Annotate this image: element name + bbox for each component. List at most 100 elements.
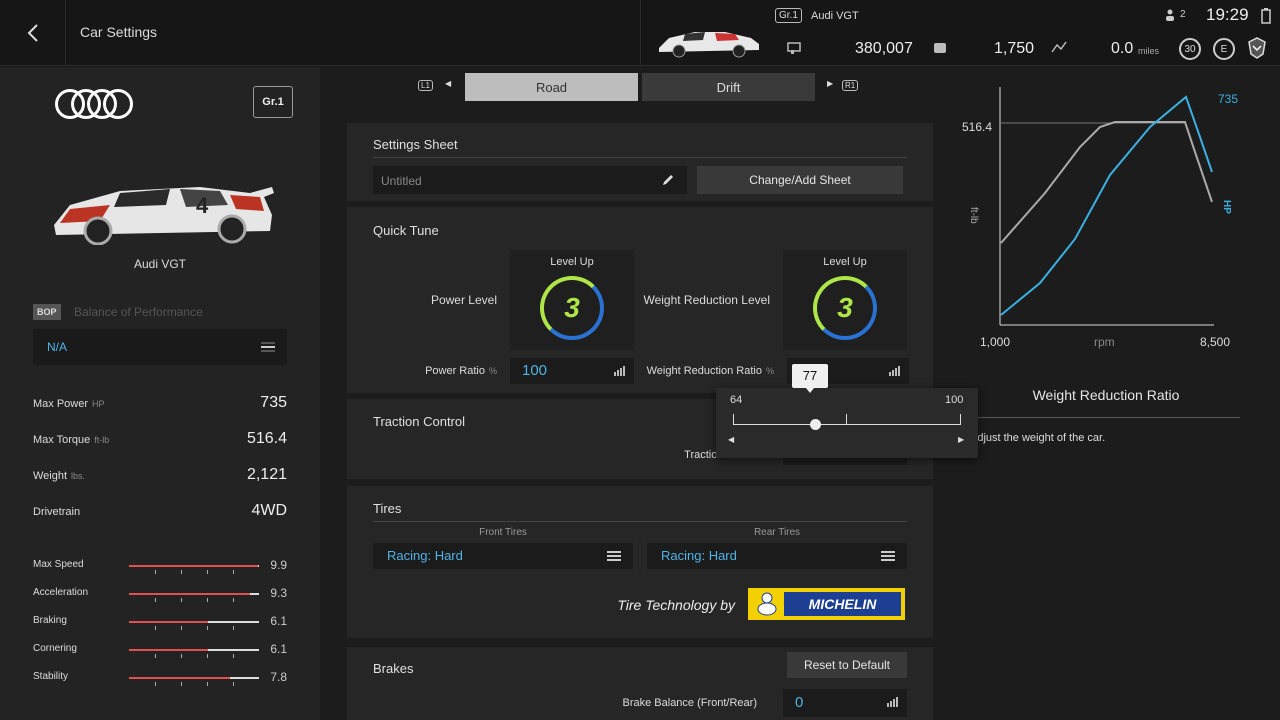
reset-default-button[interactable]: Reset to Default: [787, 652, 907, 678]
spec-value: 516.4: [246, 430, 287, 447]
bars-icon: [887, 697, 898, 707]
weight-level-control[interactable]: Level Up 3: [783, 250, 907, 350]
car-thumbnail: [659, 32, 759, 58]
tab-road[interactable]: Road: [465, 73, 638, 101]
brake-balance-field[interactable]: 0: [783, 689, 907, 717]
battery-icon: [1261, 8, 1271, 24]
weight-ratio-slider-popup[interactable]: 77 64 100 ◀ ▶: [716, 364, 978, 458]
section-title: Quick Tune: [373, 223, 439, 238]
car-name: Audi VGT: [133, 257, 187, 271]
performance-tick: [233, 598, 234, 602]
front-tires-value: Racing: Hard: [387, 548, 463, 563]
slider-value-bubble: 77: [792, 364, 828, 393]
rear-tires-select[interactable]: Racing: Hard: [647, 543, 907, 569]
spec-label: Weight: [33, 470, 68, 482]
help-title: Weight Reduction Ratio: [1032, 387, 1180, 403]
spec-label: Max Power: [33, 398, 89, 410]
performance-row: Max Speed 9.9: [33, 558, 287, 574]
front-tires-select[interactable]: Racing: Hard: [373, 543, 633, 569]
section-title: Traction Control: [373, 414, 465, 429]
slider-increase-arrow[interactable]: ▶: [958, 435, 964, 444]
performance-label: Acceleration: [33, 587, 89, 598]
section-title: Tires: [373, 501, 402, 516]
menu-icon: [261, 342, 275, 352]
power-torque-graph: [999, 87, 1214, 326]
slider-track[interactable]: [733, 424, 961, 425]
sheet-name-field[interactable]: Untitled: [373, 166, 687, 194]
power-level-dial: 3: [540, 276, 604, 340]
bop-label: Balance of Performance: [74, 305, 203, 319]
weight-level-value: 3: [837, 292, 853, 323]
spec-value: 735: [260, 394, 287, 411]
performance-tick: [207, 682, 208, 686]
tire-tech-label: Tire Technology by: [617, 597, 735, 613]
spec-drivetrain: Drivetrain 4WD: [33, 502, 287, 522]
weight-ratio-unit: %: [765, 366, 774, 376]
performance-row: Acceleration 9.3: [33, 586, 287, 602]
performance-bar: [129, 565, 259, 574]
bars-icon: [614, 366, 625, 376]
spec-label: Max Torque: [33, 434, 91, 446]
performance-tick: [155, 626, 156, 630]
spec-max-power: Max Power HP 735: [33, 394, 287, 414]
car-info-strip: Gr.1 Audi VGT 380,007 1,750 0.0 miles 30…: [640, 0, 1280, 66]
performance-tick: [155, 570, 156, 574]
notification-count: 2: [1180, 9, 1186, 20]
slider-min-label: 64: [730, 394, 743, 406]
section-title: Brakes: [373, 661, 414, 676]
power-level-label: Power Level: [430, 293, 497, 307]
performance-value: 7.8: [270, 670, 287, 684]
torque-max-label: 516.4: [962, 120, 993, 134]
slider-thumb[interactable]: [810, 419, 822, 430]
car-image: 4: [54, 187, 274, 245]
bop-select[interactable]: N/A: [33, 329, 287, 365]
back-button[interactable]: [0, 0, 66, 66]
mileage-value: 1,750: [994, 40, 1035, 57]
manufacturer-icon[interactable]: E: [1213, 38, 1235, 60]
rear-tires-label: Rear Tires: [753, 527, 801, 538]
torque-axis-unit: ft-lb: [968, 207, 979, 224]
performance-tick: [207, 654, 208, 658]
front-tires-label: Front Tires: [479, 527, 527, 538]
performance-tick: [181, 654, 182, 658]
rpm-min-label: 1,000: [980, 335, 1011, 349]
performance-tick: [233, 570, 234, 574]
performance-label: Stability: [33, 671, 69, 682]
top-bar: Car Settings Gr.1 Audi VGT 380,007 1,750…: [0, 0, 1280, 66]
performance-value: 6.1: [270, 614, 287, 628]
edit-icon: [663, 175, 673, 185]
power-level-value: 3: [564, 292, 580, 323]
r1-button-hint: R1: [842, 80, 859, 91]
slider-decrease-arrow[interactable]: ◀: [728, 435, 734, 444]
tab-next-arrow[interactable]: ▶: [827, 79, 833, 88]
clock: 19:29: [1206, 5, 1249, 24]
performance-fill: [129, 565, 258, 567]
change-sheet-button[interactable]: Change/Add Sheet: [697, 166, 903, 194]
power-ratio-field[interactable]: 100: [510, 358, 634, 384]
driver-rank-icon[interactable]: [1245, 36, 1269, 60]
car-class-badge: Gr.1: [253, 86, 293, 118]
michelin-wordmark: MICHELIN: [784, 592, 901, 616]
brake-balance-value: 0: [795, 694, 804, 711]
performance-bar: [129, 593, 259, 602]
friends-icon: [1166, 9, 1174, 21]
car-summary-panel: Gr.1 4 Audi VGT BOP Balance of Performan…: [0, 67, 320, 720]
level-value: 30: [1184, 43, 1196, 55]
tab-prev-arrow[interactable]: ◀: [445, 79, 451, 88]
mileage-icon: [934, 43, 946, 53]
performance-value: 9.9: [270, 558, 287, 572]
menu-icon: [607, 551, 621, 561]
tab-drift[interactable]: Drift: [642, 73, 815, 101]
power-level-control[interactable]: Level Up 3: [510, 250, 634, 350]
performance-tick: [155, 682, 156, 686]
level-badge[interactable]: 30: [1179, 38, 1201, 60]
performance-fill: [129, 593, 250, 595]
spec-value: 4WD: [251, 502, 287, 519]
power-ratio-unit: %: [488, 366, 497, 376]
performance-row: Braking 6.1: [33, 614, 287, 630]
spec-unit: lbs.: [71, 471, 86, 481]
power-max-label: 735: [1218, 92, 1239, 106]
performance-bar: [129, 677, 259, 686]
menu-icon: [881, 551, 895, 561]
michelin-logo: MICHELIN: [748, 588, 905, 620]
